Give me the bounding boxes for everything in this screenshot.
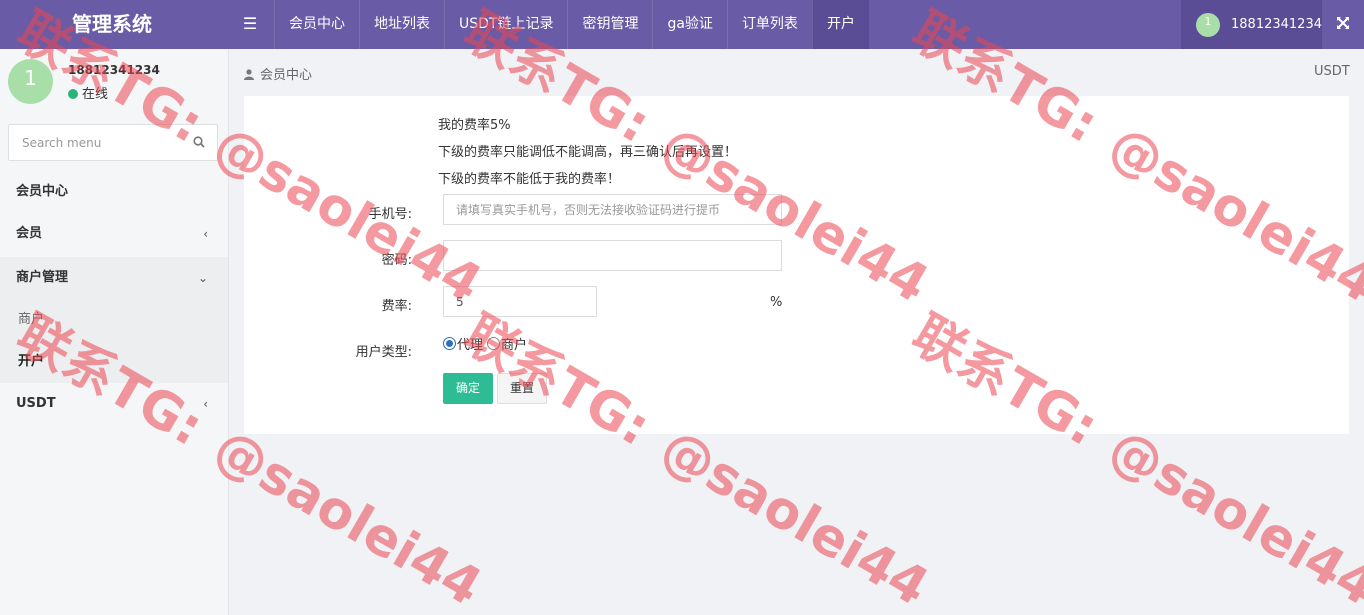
radio-agent-label: 代理: [457, 338, 484, 353]
breadcrumb-current[interactable]: 会员中心: [260, 68, 312, 83]
breadcrumb-right: USDT: [1314, 64, 1350, 79]
user-name: 18812341234: [1231, 17, 1322, 32]
sidebar-item-merchant-management[interactable]: 商户管理 ⌄: [0, 257, 228, 299]
profile-avatar: 1: [8, 59, 53, 104]
rate-warning-text: 下级的费率只能调低不能调高，再三确认后再设置！: [438, 145, 738, 160]
rate-label: 费率:: [381, 299, 412, 314]
sidebar-subitem-merchant[interactable]: 商户: [0, 299, 228, 341]
my-rate-text: 我的费率5%: [438, 118, 511, 133]
radio-agent[interactable]: [443, 337, 456, 350]
submit-button[interactable]: 确定: [443, 373, 493, 404]
user-icon: [244, 69, 254, 80]
top-nav: 会员中心 地址列表 USDT链上记录 密钥管理 ga验证 订单列表 开户: [274, 0, 869, 49]
sidebar-item-label: 商户管理: [16, 270, 69, 285]
online-status-dot: [68, 89, 78, 99]
radio-merchant-label: 商户: [501, 338, 528, 353]
expand-icon: [1337, 17, 1349, 29]
rate-unit: %: [770, 295, 783, 310]
user-type-agent-option[interactable]: 代理: [443, 334, 483, 353]
rate-limit-text: 下级的费率不能低于我的费率！: [438, 172, 621, 187]
rate-field[interactable]: [443, 286, 597, 317]
nav-item-ga-verify[interactable]: ga验证: [652, 0, 726, 49]
nav-item-open-account[interactable]: 开户: [811, 0, 869, 49]
sidebar-subitem-open-account[interactable]: 开户: [0, 341, 228, 383]
app-title: 管理系统: [72, 12, 152, 36]
sidebar: 1 18812341234 在线 会员中心 会员 ‹ 商户管理 ⌄ 商户 开户 US…: [0, 49, 229, 615]
sidebar-item-label: 会员中心: [16, 184, 69, 199]
profile-status: 在线: [68, 83, 108, 102]
nav-item-key-management[interactable]: 密钥管理: [567, 0, 652, 49]
nav-item-usdt-records[interactable]: USDT链上记录: [444, 0, 567, 49]
watermark-line2: @saolei44: [1099, 417, 1364, 615]
open-account-form: 我的费率5% 下级的费率只能调低不能调高，再三确认后再设置！ 下级的费率不能低于…: [244, 96, 1349, 434]
sidebar-item-usdt[interactable]: USDT ‹: [0, 383, 228, 425]
sidebar-item-member-center[interactable]: 会员中心: [0, 171, 228, 213]
nav-item-order-list[interactable]: 订单列表: [726, 0, 812, 49]
user-menu[interactable]: 1 18812341234: [1181, 0, 1322, 49]
top-bar: 管理系统 ☰ 会员中心 地址列表 USDT链上记录 密钥管理 ga验证 订单列表…: [0, 0, 1364, 49]
sidebar-item-member[interactable]: 会员 ‹: [0, 213, 228, 255]
sidebar-item-label: USDT: [16, 396, 56, 411]
search-box: [8, 124, 218, 161]
sidebar-group-merchant: 商户管理 ⌄ 商户 开户: [0, 257, 228, 383]
breadcrumb: 会员中心: [244, 64, 312, 83]
phone-field[interactable]: [443, 194, 782, 225]
sidebar-item-label: 会员: [16, 226, 43, 241]
chevron-down-icon: ⌄: [197, 271, 208, 285]
fullscreen-icon[interactable]: [1322, 0, 1364, 49]
user-type-merchant-option[interactable]: 商户: [487, 334, 527, 353]
nav-item-address-list[interactable]: 地址列表: [359, 0, 444, 49]
chevron-left-icon: ‹: [203, 227, 208, 241]
user-type-label: 用户类型:: [355, 345, 412, 360]
password-field[interactable]: [443, 240, 782, 271]
phone-label: 手机号:: [368, 207, 412, 222]
hamburger-menu-icon[interactable]: ☰: [230, 0, 270, 49]
radio-merchant[interactable]: [487, 337, 500, 350]
chevron-left-icon: ‹: [203, 397, 208, 411]
password-label: 密码:: [381, 253, 412, 268]
profile-name: 18812341234: [68, 63, 160, 77]
status-text: 在线: [82, 87, 109, 102]
reset-button[interactable]: 重置: [497, 373, 547, 404]
watermark-line2: @saolei44: [651, 417, 939, 615]
search-input[interactable]: [9, 125, 189, 160]
search-icon[interactable]: [193, 136, 205, 148]
avatar: 1: [1196, 13, 1220, 37]
watermark-line2: @saolei44: [204, 417, 492, 615]
nav-item-member-center[interactable]: 会员中心: [274, 0, 359, 49]
